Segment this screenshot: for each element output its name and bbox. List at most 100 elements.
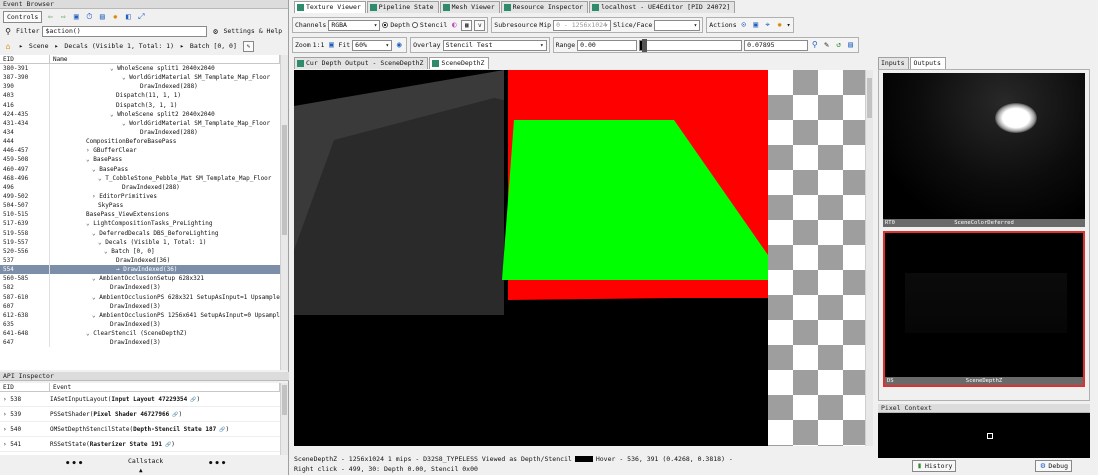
breadcrumb-decals[interactable]: Decals (Visible 1, Total: 1): [64, 42, 174, 51]
api-row[interactable]: › 541 RSSetState(Rasterizer State 191 🔗): [0, 437, 280, 452]
bookmark-icon[interactable]: ▣: [71, 12, 81, 22]
fit-button[interactable]: Fit: [338, 41, 350, 50]
api-row[interactable]: › 539 PSSetShader(Pixel Shader 46727966 🔗…: [0, 407, 280, 422]
event-tree-scrollbar[interactable]: [280, 55, 288, 370]
table-row[interactable]: 390 DrawIndexed(288): [0, 82, 280, 92]
table-row[interactable]: 416 Dispatch(3, 1, 1): [0, 100, 280, 110]
more-options-icon[interactable]: •••: [208, 459, 227, 469]
settings-help-button[interactable]: Settings & Help: [223, 27, 282, 36]
api-scrollbar[interactable]: [280, 383, 288, 455]
link-icon[interactable]: 🔗: [162, 442, 171, 448]
table-row[interactable]: 520-556 ⌄ Batch [0, 0]: [0, 246, 280, 256]
home-icon[interactable]: ⌂: [3, 42, 13, 52]
texture-doc-tab[interactable]: Cur Depth Output - SceneDepthZ: [294, 57, 429, 69]
table-row[interactable]: 519-557 ⌄ Decals (Visible 1, Total: 1): [0, 237, 280, 247]
thumbnail-scene-color[interactable]: RT0 SceneColorDeferred: [883, 73, 1085, 227]
thumbnail-scene-depth[interactable]: DS SceneDepthZ: [883, 231, 1085, 387]
table-row[interactable]: 504-507 SkyPass: [0, 201, 280, 211]
table-row[interactable]: 510-515 BasePass_ViewExtensions: [0, 210, 280, 220]
tab-outputs[interactable]: Outputs: [910, 57, 946, 69]
callstack-label[interactable]: Callstack: [128, 457, 163, 465]
edit-icon[interactable]: ✎: [242, 41, 254, 52]
goto-location-icon[interactable]: ⌖: [763, 20, 773, 30]
export-icon[interactable]: ▤: [97, 12, 107, 22]
table-row[interactable]: 459-508 ⌄ BasePass: [0, 155, 280, 165]
range-max-input[interactable]: 0.07895: [744, 39, 808, 51]
api-resource-link[interactable]: Input Layout 47229354: [111, 396, 187, 403]
zoom-select[interactable]: 60%: [352, 39, 393, 51]
caret-up-icon[interactable]: ▲: [139, 467, 143, 474]
save-texture-icon[interactable]: ▣: [751, 20, 761, 30]
slice-face-select[interactable]: [654, 19, 701, 31]
scrollbar-thumb[interactable]: [282, 125, 287, 235]
table-row[interactable]: 560-585 ⌄ AmbientOcclusionSetup 628x321: [0, 274, 280, 284]
tab-inputs[interactable]: Inputs: [878, 57, 910, 69]
texture-doc-tab[interactable]: SceneDepthZ: [429, 57, 490, 69]
col-event[interactable]: Event: [50, 383, 280, 391]
main-tab[interactable]: Mesh Viewer: [439, 1, 500, 13]
channels-select[interactable]: RGBA: [328, 19, 381, 31]
zoom-range-icon[interactable]: ⚲: [810, 40, 820, 50]
save-icon[interactable]: ◧: [123, 12, 133, 22]
history-button[interactable]: ▮ History: [912, 460, 957, 472]
channel-dropdown-icon[interactable]: v: [474, 19, 486, 31]
debug-button[interactable]: ⚙ Debug: [1035, 460, 1072, 472]
table-row[interactable]: 635 DrawIndexed(3): [0, 319, 280, 330]
table-row[interactable]: 434 DrawIndexed(288): [0, 127, 280, 138]
scrollbar-thumb[interactable]: [282, 385, 287, 415]
table-row[interactable]: 499-502 › EditorPrimitives: [0, 191, 280, 202]
table-row[interactable]: 446-457 › GBufferClear: [0, 146, 280, 156]
depth-radio[interactable]: [382, 22, 389, 28]
table-row[interactable]: 468-496 ⌄ T_CobbleStone_Pebble_Mat SM_Tem…: [0, 173, 280, 183]
scrollbar-thumb[interactable]: [867, 78, 872, 118]
stencil-radio[interactable]: [411, 22, 418, 28]
table-row[interactable]: 519-558 ⌄ DeferredDecals DBS_BeforeLighti…: [0, 228, 280, 238]
table-row[interactable]: 582 DrawIndexed(3): [0, 283, 280, 293]
api-row[interactable]: › 540 OMSetDepthStencilState(Depth-Stenci…: [0, 422, 280, 437]
table-row[interactable]: 554 → DrawIndexed(36): [0, 265, 280, 275]
previous-arrow-icon[interactable]: ⇦: [45, 12, 55, 22]
open-texture-icon[interactable]: ⊙: [739, 20, 749, 30]
table-row[interactable]: 517-639 ⌄ LightCompositionTasks_PreLighti…: [0, 219, 280, 229]
table-row[interactable]: 587-610 ⌄ AmbientOcclusionPS 628x321 Setu…: [0, 292, 280, 302]
overlay-select[interactable]: Stencil Test: [442, 39, 547, 51]
mip-select[interactable]: 0 - 1256x1024: [553, 19, 612, 31]
zoom-1to1-button[interactable]: 1:1: [313, 41, 325, 50]
timeline-icon[interactable]: ⏱: [84, 12, 94, 22]
link-icon[interactable]: 🔗: [187, 397, 196, 403]
main-tab[interactable]: Resource Inspector: [500, 1, 589, 13]
histogram-icon[interactable]: ▤: [846, 40, 856, 50]
fit-icon[interactable]: ▣: [326, 40, 336, 50]
breadcrumb-batch[interactable]: Batch [0, 0]: [190, 42, 237, 51]
viewport-scrollbar[interactable]: [865, 70, 873, 446]
more-options-icon[interactable]: •••: [65, 459, 84, 469]
main-tab[interactable]: localhost - UE4Editor [PID 24072]: [589, 1, 736, 13]
controls-tab[interactable]: Controls: [3, 11, 43, 23]
table-row[interactable]: 647 DrawIndexed(3): [0, 338, 280, 348]
range-histogram[interactable]: [638, 38, 743, 52]
next-arrow-icon[interactable]: ⇨: [58, 12, 68, 22]
api-resource-link[interactable]: Depth-Stencil State 187: [133, 426, 216, 433]
reset-range-icon[interactable]: ↺: [834, 40, 844, 50]
table-row[interactable]: 641-648 ⌄ ClearStencil (SceneDepthZ): [0, 329, 280, 339]
table-row[interactable]: 496 DrawIndexed(288): [0, 182, 280, 192]
checkerboard-icon[interactable]: ▦: [461, 19, 473, 31]
expand-icon[interactable]: ⤢: [136, 12, 146, 22]
table-row[interactable]: 403 Dispatch(11, 1, 1): [0, 91, 280, 101]
filter-input[interactable]: $action(): [42, 26, 208, 37]
main-tab[interactable]: Texture Viewer: [294, 1, 366, 13]
table-row[interactable]: 431-434 ⌄ WorldGridMaterial SM_Template_M…: [0, 118, 280, 128]
range-min-input[interactable]: 0.00: [577, 39, 637, 51]
api-resource-link[interactable]: Pixel Shader 46727966: [93, 411, 169, 418]
range-min-handle[interactable]: [641, 38, 647, 52]
table-row[interactable]: 444 CompositionBeforeBasePass: [0, 137, 280, 147]
api-row[interactable]: › 538 IASetInputLayout(Input Layout 47229…: [0, 392, 280, 407]
breadcrumb-scene[interactable]: Scene: [29, 42, 49, 51]
table-row[interactable]: 380-391 ⌄ WholeScene split1 2040x2040: [0, 64, 280, 74]
table-row[interactable]: 607 DrawIndexed(3): [0, 301, 280, 311]
main-tab[interactable]: Pipeline State: [366, 1, 439, 13]
settings-gear-icon[interactable]: ✹: [110, 12, 120, 22]
col-eid[interactable]: EID: [0, 55, 50, 63]
col-name[interactable]: Name: [50, 55, 280, 63]
table-row[interactable]: 460-497 ⌄ BasePass: [0, 164, 280, 174]
